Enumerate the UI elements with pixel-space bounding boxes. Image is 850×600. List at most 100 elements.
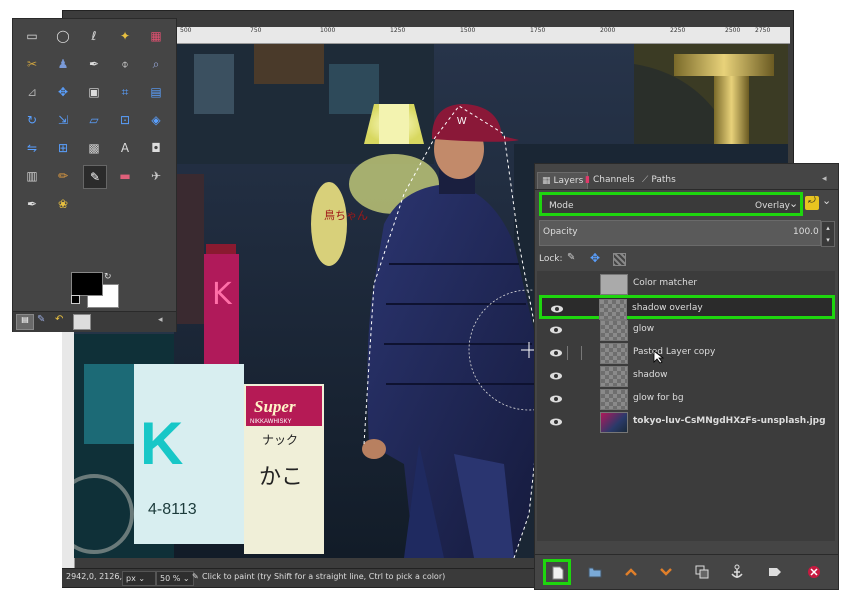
panel-menu-icon[interactable]: ◂ <box>158 315 163 325</box>
merge-layer-icon[interactable] <box>768 565 782 579</box>
new-layer-button[interactable] <box>543 559 571 585</box>
lock-pixels-icon[interactable]: ✎ <box>567 252 575 263</box>
chain-link-icon[interactable] <box>567 346 568 360</box>
ruler-tick: 1500 <box>460 27 476 34</box>
lightbox-letter: K <box>140 410 183 477</box>
layer-thumbnail <box>600 389 628 410</box>
ruler-tick: 2500 <box>725 27 741 34</box>
ellipse-select-tool-icon[interactable]: ◯ <box>52 25 74 47</box>
color-picker-tool-icon[interactable]: ⌽ <box>114 53 136 75</box>
paths-icon: ⟋ <box>642 175 649 185</box>
crop-tool-icon[interactable]: ⌗ <box>114 81 136 103</box>
ruler-tick: 2750 <box>755 27 771 34</box>
layer-row-selected[interactable]: shadow overlay <box>539 295 835 320</box>
eye-icon[interactable] <box>549 324 563 336</box>
layer-row[interactable]: tokyo-luv-CsMNgdHXzFs-unsplash.jpg <box>541 411 836 433</box>
layer-thumbnail <box>600 343 628 364</box>
3d-transform-tool-icon[interactable]: ◈ <box>145 109 167 131</box>
anchor-layer-icon[interactable] <box>730 564 744 580</box>
undo-history-tab-icon[interactable]: ↶ <box>55 314 63 325</box>
bucket-fill-tool-icon[interactable]: ◘ <box>145 137 167 159</box>
unit-select[interactable]: px ⌄ <box>122 571 156 586</box>
tool-options-tab-icon[interactable]: ▤ <box>16 314 34 330</box>
tab-channels[interactable]: ▮ Channels <box>581 172 639 189</box>
pointer-coordinates: 2942,0, 2126,0 <box>66 572 128 581</box>
rectangle-select-tool-icon[interactable]: ▭ <box>21 25 43 47</box>
eye-icon[interactable] <box>549 347 563 359</box>
flip-tool-icon[interactable]: ⇋ <box>21 137 43 159</box>
opacity-spinscale[interactable]: Opacity 100.0 <box>539 220 821 246</box>
default-colors-icon[interactable] <box>71 295 80 304</box>
cage-transform-tool-icon[interactable]: ⊞ <box>52 137 74 159</box>
mode-dropdown[interactable]: Mode Overlay ⌄ <box>539 192 803 216</box>
eye-icon[interactable] <box>549 393 563 405</box>
gradient-tool-icon[interactable]: ▥ <box>21 165 43 187</box>
warp-transform-tool-icon[interactable]: ▩ <box>83 137 105 159</box>
layer-row[interactable]: glow <box>541 319 836 341</box>
opacity-stepper[interactable]: ▴ ▾ <box>821 221 835 247</box>
layer-row[interactable]: Color matcher <box>541 273 836 295</box>
delete-layer-icon[interactable] <box>807 565 821 579</box>
pencil-tool-icon[interactable]: ✏ <box>52 165 74 187</box>
fuzzy-select-tool-icon[interactable]: ✦ <box>114 25 136 47</box>
lock-position-icon[interactable]: ✥ <box>590 251 600 265</box>
move-tool-icon[interactable]: ✥ <box>52 81 74 103</box>
layer-row[interactable]: shadow <box>541 365 836 387</box>
rotate-tool-icon[interactable]: ↻ <box>21 109 43 131</box>
perspective-tool-icon[interactable]: ⊡ <box>114 109 136 131</box>
free-select-tool-icon[interactable]: ℓ <box>83 25 105 47</box>
device-status-tab-icon[interactable]: ✎ <box>37 314 45 325</box>
horizontal-ruler[interactable]: 500 750 1000 1250 1500 1750 2000 2250 25… <box>110 27 790 44</box>
scissors-select-tool-icon[interactable]: ✂ <box>21 53 43 75</box>
layers-list: Color matcher shadow overlay glow Pasted… <box>537 271 835 541</box>
status-message: Click to paint (try Shift for a straight… <box>202 572 446 581</box>
layer-name: Pasted Layer copy <box>633 347 716 357</box>
shear-tool-icon[interactable]: ▱ <box>83 109 105 131</box>
layers-icon: ▦ <box>542 176 551 186</box>
paintbrush-tool-icon[interactable]: ✎ <box>83 165 107 189</box>
mypaint-brush-tool-icon[interactable]: ❀ <box>52 193 74 215</box>
zoom-select[interactable]: 50 % ⌄ <box>156 571 194 586</box>
alignment-tool-icon[interactable]: ▣ <box>83 81 105 103</box>
paths-tool-icon[interactable]: ✒ <box>83 53 105 75</box>
sign-kana-1: ナック <box>262 433 298 447</box>
new-layer-group-icon[interactable] <box>588 566 602 578</box>
eye-icon[interactable] <box>549 370 563 382</box>
reset-mode-icon[interactable]: ⤾ <box>805 196 819 210</box>
layer-row[interactable]: glow for bg <box>541 388 836 410</box>
foreground-select-tool-icon[interactable]: ♟ <box>52 53 74 75</box>
select-by-color-tool-icon[interactable]: ▦ <box>145 25 167 47</box>
foreground-color-swatch-top[interactable] <box>71 272 103 296</box>
duplicate-layer-icon[interactable] <box>695 565 709 579</box>
lower-layer-icon[interactable] <box>659 567 673 577</box>
images-tab-icon[interactable] <box>73 314 91 330</box>
eye-icon[interactable] <box>550 303 564 315</box>
layer-row[interactable]: Pasted Layer copy <box>541 342 836 364</box>
tab-divider <box>535 189 838 190</box>
zoom-tool-icon[interactable]: ⌕ <box>145 53 167 75</box>
eye-icon[interactable] <box>549 416 563 428</box>
measure-tool-icon[interactable]: ⊿ <box>21 81 43 103</box>
ink-tool-icon[interactable]: ✒ <box>21 193 43 215</box>
airbrush-tool-icon[interactable]: ✈ <box>145 165 167 187</box>
tab-paths[interactable]: ⟋ Paths <box>638 172 680 189</box>
lock-alpha-icon[interactable] <box>613 253 626 266</box>
cap-logo: W <box>457 116 467 127</box>
ruler-tick: 2000 <box>600 27 616 34</box>
layer-name: tokyo-luv-CsMNgdHXzFs-unsplash.jpg <box>633 416 826 426</box>
unified-transform-tool-icon[interactable]: ▤ <box>145 81 167 103</box>
chevron-down-icon[interactable]: ⌄ <box>822 194 831 207</box>
raise-layer-icon[interactable] <box>624 567 638 577</box>
eraser-tool-icon[interactable]: ▬ <box>114 165 136 187</box>
unit-select-value: px <box>126 574 136 583</box>
chevron-down-icon: ⌄ <box>138 574 146 583</box>
dock-menu-icon[interactable]: ◂ <box>822 174 827 184</box>
lock-label: Lock: <box>539 254 563 264</box>
scale-tool-icon[interactable]: ⇲ <box>52 109 74 131</box>
ruler-tick: 1000 <box>320 27 336 34</box>
chevron-down-icon: ▾ <box>826 236 830 244</box>
text-tool-icon[interactable]: A <box>114 137 136 159</box>
swap-colors-icon[interactable]: ↻ <box>104 272 112 282</box>
layer-attribute-icon[interactable] <box>581 346 582 360</box>
opacity-label: Opacity <box>543 227 578 237</box>
